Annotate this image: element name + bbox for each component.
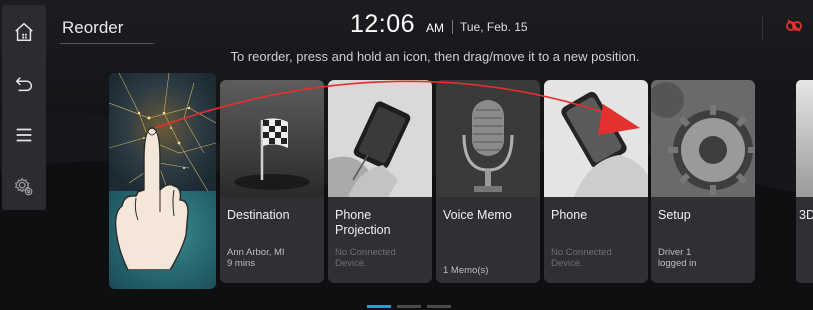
status-divider: [762, 16, 763, 40]
checkered-flag-icon: [220, 80, 324, 197]
instruction-text: To reorder, press and hold an icon, then…: [230, 49, 640, 64]
card-destination[interactable]: Destination Ann Arbor, MI 9 mins: [220, 80, 324, 283]
dragging-hand-icon: [114, 127, 189, 270]
back-icon: [15, 77, 32, 92]
card-label: Phone Projection: [335, 208, 391, 237]
page-title: Reorder: [62, 18, 124, 37]
connection-off-icon: [786, 19, 802, 32]
card-phone-projection[interactable]: Phone Projection No Connected Device.: [328, 80, 432, 283]
card-image: [796, 80, 813, 197]
reorder-screen: Reorder 12:06 AM Tue, Feb. 15 To reorder…: [0, 0, 813, 310]
card-setup[interactable]: Setup Driver 1 logged in: [651, 80, 755, 283]
page-indicator-2[interactable]: [397, 305, 421, 308]
card-3d-partial[interactable]: 3D: [796, 80, 813, 283]
microphone-icon: [436, 80, 540, 197]
menu-button[interactable]: [2, 113, 46, 157]
sidebar: [2, 5, 46, 210]
card-label: Phone: [551, 208, 588, 222]
card-label: Setup: [658, 208, 691, 222]
card-subtext: 1 Memo(s): [443, 265, 489, 276]
card-label: Destination: [227, 208, 290, 222]
card-subtext: Driver 1 logged in: [658, 247, 697, 269]
card-label: Voice Memo: [443, 208, 512, 222]
status-area: [786, 18, 802, 37]
page-indicator-1[interactable]: [367, 305, 391, 308]
card-subtext: Ann Arbor, MI 9 mins: [227, 247, 285, 269]
card-voice-memo[interactable]: Voice Memo 1 Memo(s): [436, 80, 540, 283]
settings-button[interactable]: [2, 165, 46, 209]
phone-in-hand-icon: [328, 80, 432, 197]
clock-ampm: AM: [426, 21, 444, 35]
home-button[interactable]: [2, 10, 46, 54]
gear-icon: [651, 80, 755, 197]
title-underline: [60, 43, 154, 44]
clock-date: Tue, Feb. 15: [460, 20, 528, 34]
menu-icon: [16, 128, 32, 142]
phone-icon: [544, 80, 648, 197]
card-phone[interactable]: Phone No Connected Device.: [544, 80, 648, 283]
card-subtext: No Connected Device.: [551, 247, 612, 269]
home-icon: [15, 22, 33, 41]
page-indicator-3[interactable]: [427, 305, 451, 308]
back-button[interactable]: [2, 62, 46, 106]
card-subtext: No Connected Device.: [335, 247, 396, 269]
settings-icon: [14, 177, 33, 196]
clock-time: 12:06: [350, 10, 416, 38]
card-label: 3D: [799, 208, 813, 222]
header-separator: [452, 20, 453, 34]
